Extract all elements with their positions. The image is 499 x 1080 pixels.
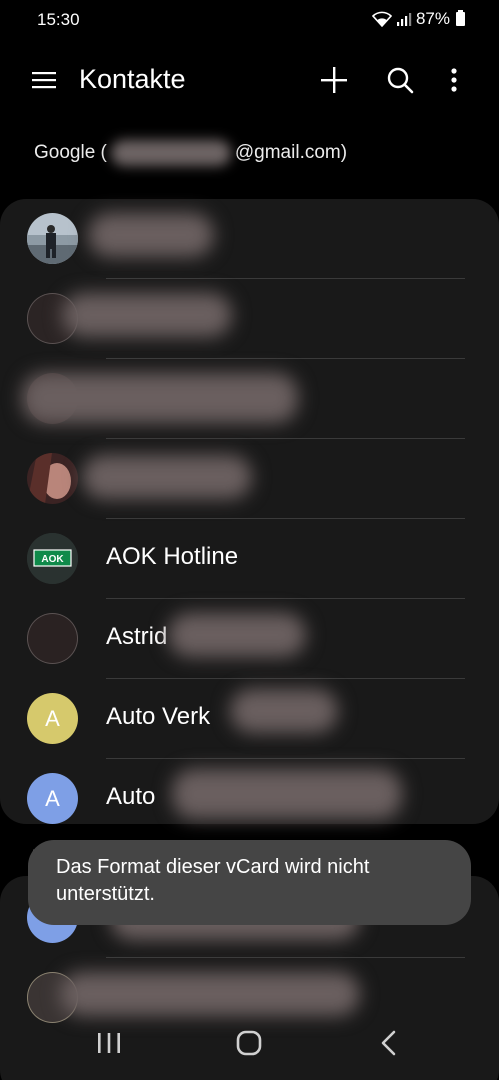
search-icon[interactable]: [384, 64, 416, 96]
account-label[interactable]: Google ( @gmail.com): [34, 140, 347, 166]
contact-row[interactable]: [0, 199, 499, 279]
account-prefix: Google (: [34, 142, 107, 164]
contact-name: Astrid: [106, 623, 168, 650]
status-bar: 15:30 87%: [0, 0, 499, 40]
aok-logo: AOK: [27, 533, 78, 584]
blurred-name: [168, 613, 306, 657]
contact-row-auto[interactable]: A Auto: [0, 759, 499, 839]
blurred-name: [22, 373, 298, 423]
contact-row-astrid[interactable]: Astrid: [0, 599, 499, 679]
signal-icon: [396, 13, 412, 26]
contact-avatar: [27, 453, 78, 504]
add-icon[interactable]: [318, 64, 350, 96]
contact-row[interactable]: [0, 359, 499, 439]
contact-avatar-letter: A: [27, 693, 78, 744]
battery-percent: 87%: [415, 9, 450, 28]
blurred-name: [230, 689, 338, 733]
contact-row[interactable]: [0, 279, 499, 359]
contact-row[interactable]: [0, 439, 499, 519]
contact-avatar: [27, 613, 78, 664]
blurred-name: [82, 455, 252, 499]
recents-icon[interactable]: [96, 1030, 122, 1056]
contact-avatar: [27, 213, 78, 264]
contact-name: AOK Hotline: [106, 543, 239, 570]
back-icon[interactable]: [378, 1029, 402, 1057]
contact-row-auto-verk[interactable]: A Auto Verk: [0, 679, 499, 759]
app-bar: Kontakte: [0, 50, 499, 110]
more-options-icon[interactable]: [440, 64, 468, 96]
svg-text:AOK: AOK: [41, 554, 64, 565]
page-title: Kontakte: [79, 64, 186, 94]
blurred-name: [172, 769, 402, 819]
status-time: 15:30: [37, 10, 80, 29]
toast-message: Das Format dieser vCard wird nicht unter…: [28, 840, 471, 925]
contact-name: Auto Verk: [106, 703, 211, 730]
home-icon[interactable]: [235, 1029, 263, 1057]
contact-list: AOK AOK Hotline Astrid A Auto Verk A Aut…: [0, 199, 499, 824]
contacts-app: 15:30 87% Kontakte Google (@gmail.com) …: [0, 0, 499, 1080]
account-name-blurred: [110, 140, 231, 166]
blurred-name: [62, 293, 232, 337]
blurred-name: [88, 213, 214, 257]
account-suffix: @gmail.com): [234, 142, 348, 164]
status-indicators: 87%: [371, 9, 465, 29]
navigation-bar: [0, 1022, 499, 1080]
menu-icon[interactable]: [28, 65, 60, 95]
contact-avatar-letter: A: [27, 773, 78, 824]
wifi-icon: [371, 11, 392, 27]
contact-row-aok-hotline[interactable]: AOK AOK Hotline: [0, 519, 499, 599]
battery-icon: [456, 10, 465, 26]
blurred-name: [60, 972, 360, 1016]
contact-name: Auto: [106, 783, 156, 810]
